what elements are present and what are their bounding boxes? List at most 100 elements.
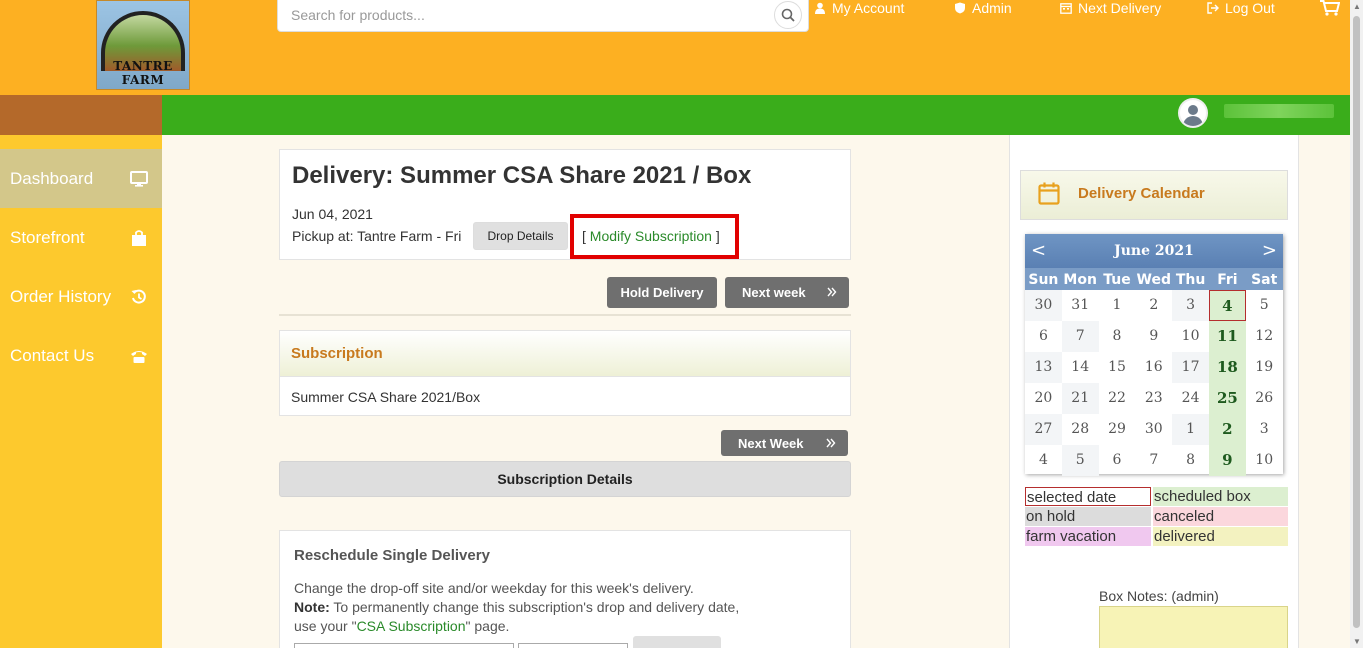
calendar-day[interactable]: 29 <box>1099 414 1136 445</box>
phone-icon <box>131 350 147 363</box>
calendar-day[interactable]: 3 <box>1172 290 1209 321</box>
vertical-scrollbar[interactable]: ▲ ▼ <box>1350 0 1363 648</box>
legend-item: canceled <box>1153 507 1288 526</box>
calendar-day[interactable]: 15 <box>1099 352 1136 383</box>
drop-details-label: Drop Details <box>487 229 554 243</box>
calendar-month-bar: < June 2021 > <box>1025 234 1283 268</box>
calendar-day[interactable]: 18 <box>1209 352 1246 383</box>
drop-site-select[interactable] <box>294 643 514 648</box>
delivery-date: Jun 04, 2021 <box>292 206 373 222</box>
calendar-day[interactable]: 10 <box>1246 445 1283 476</box>
legend-item: scheduled box <box>1153 487 1288 506</box>
weekday-label: Fri <box>1217 272 1238 288</box>
scroll-down-arrow[interactable]: ▼ <box>1353 637 1361 646</box>
calendar-day[interactable]: 4 <box>1209 290 1246 321</box>
sidebar-header-band <box>0 95 162 135</box>
csa-subscription-link[interactable]: CSA Subscription <box>357 618 466 634</box>
calendar-day[interactable]: 31 <box>1062 290 1099 321</box>
search-input[interactable] <box>291 5 761 25</box>
calendar-day[interactable]: 7 <box>1061 321 1099 352</box>
drop-details-button[interactable]: Drop Details <box>473 222 568 250</box>
calendar-day[interactable]: 13 <box>1025 352 1062 383</box>
next-delivery-label: Next Delivery <box>1078 0 1162 16</box>
calendar-day[interactable]: 30 <box>1135 414 1172 445</box>
history-icon <box>131 289 146 304</box>
log-out-link[interactable]: Log Out <box>1207 0 1275 16</box>
box-notes-label: Box Notes: (admin) <box>1099 588 1219 604</box>
calendar-day[interactable]: 2 <box>1209 414 1246 445</box>
calendar-day[interactable]: 30 <box>1025 290 1062 321</box>
calendar-day[interactable]: 4 <box>1025 445 1062 476</box>
calendar-day[interactable]: 20 <box>1025 383 1062 414</box>
sidebar-item-label: Dashboard <box>10 168 94 188</box>
next-delivery-link[interactable]: Next Delivery <box>1060 0 1161 16</box>
shield-icon <box>955 2 965 14</box>
calendar-day[interactable]: 3 <box>1246 414 1283 445</box>
scroll-up-arrow[interactable]: ▲ <box>1353 2 1361 11</box>
calendar-day[interactable]: 27 <box>1025 414 1062 445</box>
calendar-day[interactable]: 25 <box>1209 383 1246 414</box>
username-blurred <box>1224 104 1334 118</box>
sidebar-item-label: Order History <box>10 286 112 306</box>
subscription-next-week-button[interactable]: Next Week <box>721 430 848 456</box>
sidebar-item-order-history[interactable]: Order History <box>0 267 162 326</box>
calendar-day[interactable]: 5 <box>1061 445 1099 476</box>
calendar-day[interactable]: 23 <box>1135 383 1172 414</box>
reschedule-button[interactable] <box>633 636 721 648</box>
my-account-link[interactable]: My Account <box>814 0 904 16</box>
sidebar-item-contact-us[interactable]: Contact Us <box>0 326 162 385</box>
calendar-day[interactable]: 2 <box>1135 290 1172 321</box>
delivery-calendar-header: Delivery Calendar <box>1020 170 1288 220</box>
calendar-day[interactable]: 6 <box>1099 445 1136 476</box>
sidebar-item-storefront[interactable]: Storefront <box>0 208 162 267</box>
weekday-select[interactable] <box>518 643 628 648</box>
calendar-day[interactable]: 8 <box>1172 445 1209 476</box>
calendar-day[interactable]: 1 <box>1172 414 1209 445</box>
calendar-day[interactable]: 19 <box>1246 352 1283 383</box>
calendar-day[interactable]: 5 <box>1246 290 1283 321</box>
legend-item: on hold <box>1025 507 1151 526</box>
sidebar-item-dashboard[interactable]: Dashboard <box>0 149 162 208</box>
cart-button[interactable] <box>1320 0 1341 19</box>
avatar[interactable] <box>1178 98 1208 128</box>
calendar-day[interactable]: 28 <box>1062 414 1099 445</box>
admin-link[interactable]: Admin <box>954 0 1012 16</box>
subscription-details-button[interactable]: Subscription Details <box>279 461 851 497</box>
hold-delivery-label: Hold Delivery <box>620 285 704 300</box>
calendar-day[interactable]: 17 <box>1172 352 1209 383</box>
hold-delivery-button[interactable]: Hold Delivery <box>607 277 717 308</box>
box-notes-field[interactable] <box>1099 606 1288 648</box>
calendar-day[interactable]: 9 <box>1135 321 1172 352</box>
calendar-day[interactable]: 10 <box>1172 321 1209 352</box>
legend-item: selected date <box>1025 487 1151 506</box>
calendar-day[interactable]: 1 <box>1099 290 1136 321</box>
calendar-day[interactable]: 26 <box>1246 383 1283 414</box>
user-bar <box>162 95 1350 135</box>
top-header: TANTRE FARM My Account Admin Next Delive… <box>0 0 1350 95</box>
calendar-day[interactable]: 22 <box>1099 383 1136 414</box>
search-button[interactable] <box>774 1 802 29</box>
tantre-farm-logo[interactable]: TANTRE FARM <box>96 0 190 90</box>
next-week-button[interactable]: Next week <box>725 277 849 308</box>
calendar-day[interactable]: 8 <box>1099 321 1136 352</box>
next-week-label: Next Week <box>738 435 804 451</box>
modify-subscription-link[interactable]: Modify Subscription <box>590 228 712 244</box>
calendar-day[interactable]: 14 <box>1062 352 1099 383</box>
reschedule-description: Change the drop-off site and/or weekday … <box>294 580 694 596</box>
next-month-button[interactable]: > <box>1262 240 1277 261</box>
search-bar <box>277 0 809 32</box>
calendar-day[interactable]: 12 <box>1246 321 1283 352</box>
sidebar-item-label: Contact Us <box>10 345 95 365</box>
calendar-day[interactable]: 11 <box>1209 321 1246 352</box>
shopping-bag-icon <box>132 229 146 246</box>
reschedule-note: Note: To permanently change this subscri… <box>294 599 740 615</box>
scrollbar-thumb[interactable] <box>1353 16 1360 628</box>
calendar-day[interactable]: 6 <box>1025 321 1062 352</box>
page-title: Delivery: Summer CSA Share 2021 / Box <box>292 162 752 189</box>
calendar-day[interactable]: 21 <box>1061 383 1099 414</box>
calendar-day[interactable]: 24 <box>1172 383 1209 414</box>
calendar-day[interactable]: 9 <box>1209 445 1246 476</box>
calendar-day[interactable]: 16 <box>1135 352 1172 383</box>
calendar-day[interactable]: 7 <box>1135 445 1172 476</box>
next-week-label: Next week <box>742 285 806 300</box>
